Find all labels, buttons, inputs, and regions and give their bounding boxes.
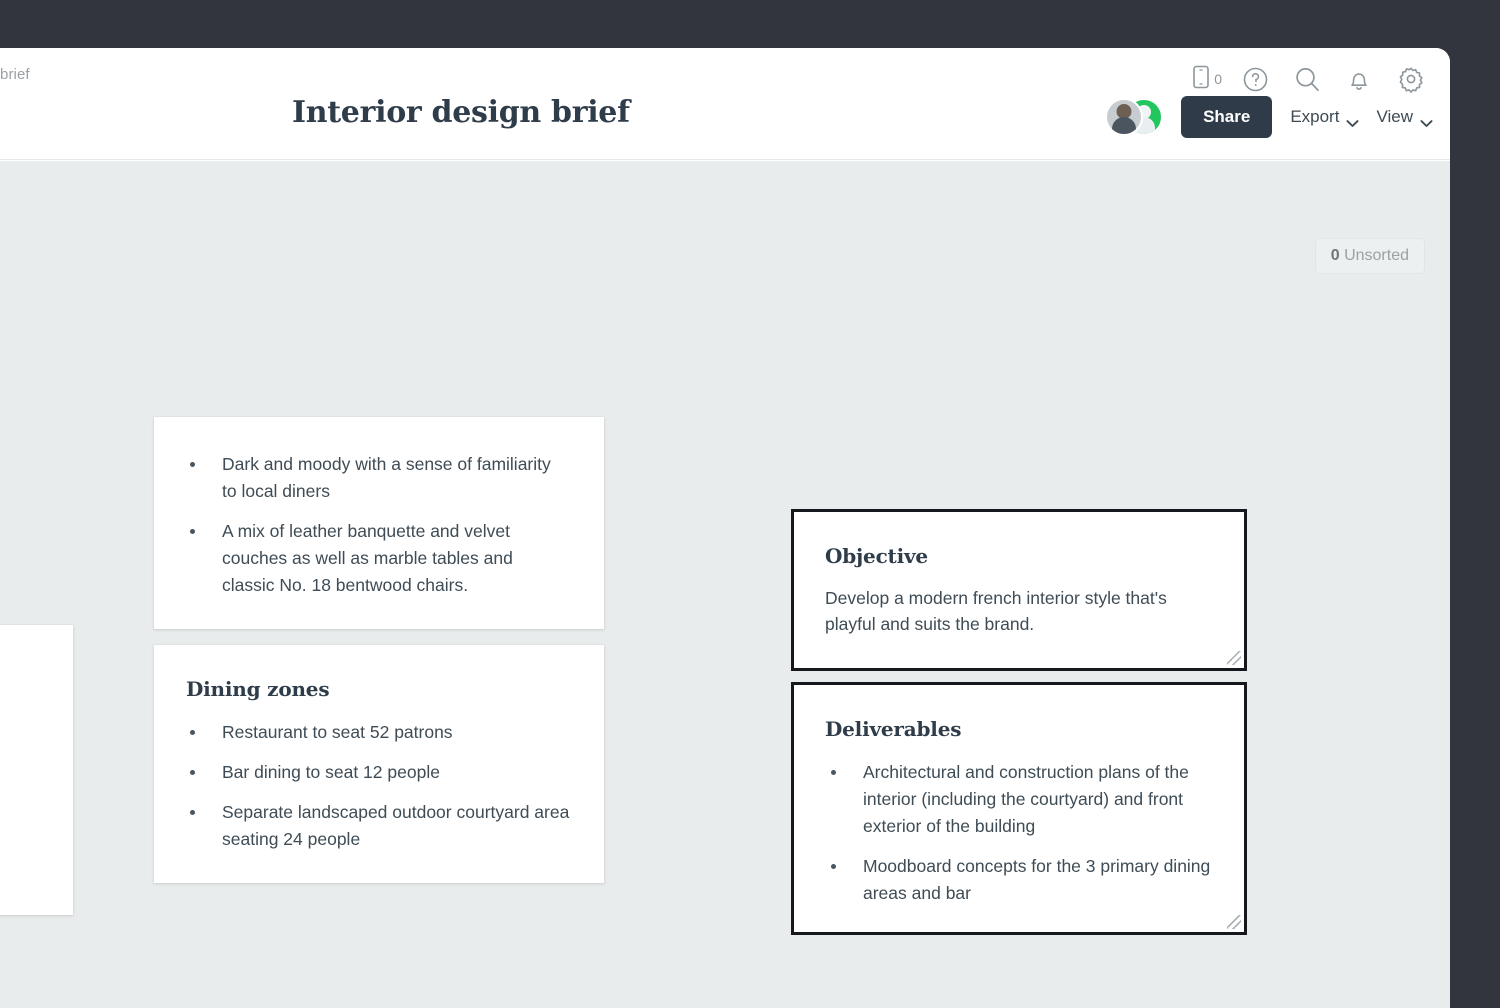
card-left-partial-line: ed us to heir new eatery (0, 703, 73, 784)
list-item: Moodboard concepts for the 3 primary din… (825, 853, 1214, 907)
view-menu-button[interactable]: View (1376, 107, 1432, 127)
breadcrumb[interactable]: brief (0, 66, 30, 83)
card-left-partial-line: and still ry built-in ain) (0, 837, 73, 918)
card-left-partial[interactable]: ed us to heir new eatery and still ry bu… (0, 625, 73, 915)
board-canvas[interactable]: 0 Unsorted ed us to heir new eatery and … (0, 161, 1450, 1008)
avatar[interactable] (1105, 98, 1143, 136)
collaborator-avatars[interactable] (1105, 98, 1163, 136)
list-item: Separate landscaped outdoor courtyard ar… (184, 799, 576, 853)
bell-icon (1346, 66, 1372, 93)
mobile-icon (1190, 64, 1212, 95)
card-objective-title: Objective (794, 512, 1244, 568)
search-icon (1293, 65, 1322, 94)
app-window: brief 0 (0, 48, 1450, 1008)
card-left-partial-body: ed us to heir new eatery and still ry bu… (0, 625, 73, 918)
list-item: A mix of leather banquette and velvet co… (184, 518, 570, 599)
avatar-body (1112, 117, 1136, 136)
list-item: Restaurant to seat 52 patrons (184, 719, 576, 746)
export-menu-button[interactable]: Export (1290, 107, 1358, 127)
resize-handle-icon[interactable] (1227, 915, 1241, 929)
help-icon (1242, 66, 1269, 93)
card-mood[interactable]: Dark and moody with a sense of familiari… (154, 417, 604, 629)
card-dining-zones[interactable]: Dining zones Restaurant to seat 52 patro… (154, 645, 604, 883)
card-dining-zones-title: Dining zones (154, 645, 604, 701)
mobile-count: 0 (1214, 71, 1222, 87)
card-mood-bullet-list: Dark and moody with a sense of familiari… (154, 417, 604, 599)
card-deliverables-bullet-list: Architectural and construction plans of … (794, 741, 1244, 907)
view-label: View (1376, 107, 1413, 127)
gear-icon (1397, 65, 1425, 93)
card-objective-body: Develop a modern french interior style t… (794, 568, 1244, 637)
mobile-preview-button[interactable]: 0 (1180, 64, 1226, 95)
title-actions: Share Export View (1105, 96, 1432, 138)
chevron-down-icon (1346, 113, 1358, 121)
list-item: Bar dining to seat 12 people (184, 759, 576, 786)
resize-handle-icon[interactable] (1227, 651, 1241, 665)
share-button[interactable]: Share (1181, 96, 1272, 138)
unsorted-count: 0 (1331, 247, 1340, 264)
card-dining-zones-bullet-list: Restaurant to seat 52 patrons Bar dining… (154, 701, 604, 853)
card-deliverables-title: Deliverables (794, 685, 1244, 741)
list-item: Architectural and construction plans of … (825, 759, 1214, 840)
chevron-down-icon (1420, 113, 1432, 121)
unsorted-label: Unsorted (1344, 247, 1409, 264)
card-objective[interactable]: Objective Develop a modern french interi… (791, 509, 1247, 671)
card-deliverables[interactable]: Deliverables Architectural and construct… (791, 682, 1247, 935)
export-label: Export (1290, 107, 1339, 127)
page-title[interactable]: Interior design brief (292, 95, 630, 130)
unsorted-badge[interactable]: 0 Unsorted (1315, 238, 1425, 274)
list-item: Dark and moody with a sense of familiari… (184, 451, 570, 505)
